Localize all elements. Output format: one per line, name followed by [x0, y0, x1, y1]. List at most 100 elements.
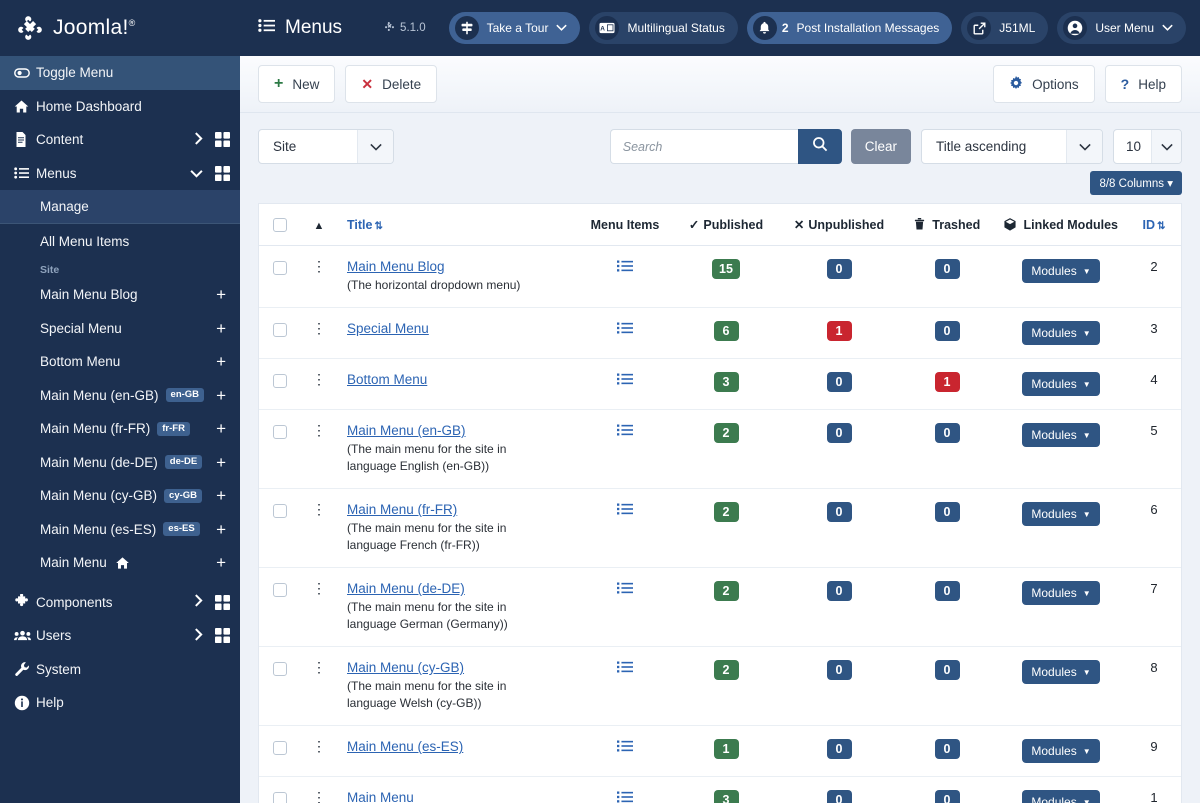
- published-count-badge[interactable]: 2: [713, 581, 739, 602]
- unpublished-count-badge[interactable]: 0: [826, 502, 852, 523]
- menu-title-link[interactable]: Bottom Menu: [347, 372, 573, 387]
- options-button[interactable]: Options: [993, 65, 1095, 103]
- sidebar-item-users[interactable]: Users: [0, 619, 240, 653]
- title-header-label[interactable]: Title: [347, 218, 372, 232]
- menu-title-link[interactable]: Main Menu (fr-FR): [347, 502, 573, 517]
- trashed-count-badge[interactable]: 0: [934, 581, 960, 602]
- sidebar-item-menus[interactable]: Menus: [0, 157, 240, 191]
- drag-handle-icon[interactable]: ⋮: [312, 661, 326, 674]
- sidebar-menu-item[interactable]: Main Menu (de-DE) de-DE +: [0, 446, 240, 480]
- clear-filters-button[interactable]: Clear: [850, 129, 911, 164]
- take-a-tour-button[interactable]: Take a Tour: [448, 12, 581, 44]
- sidebar-menu-item[interactable]: Main Menu (en-GB) en-GB +: [0, 379, 240, 413]
- dashboard-grid-icon[interactable]: [215, 628, 230, 644]
- row-checkbox[interactable]: [273, 582, 287, 597]
- row-checkbox[interactable]: [273, 260, 287, 275]
- published-count-badge[interactable]: 2: [713, 423, 739, 444]
- trashed-count-badge[interactable]: 0: [934, 321, 960, 342]
- trashed-count-badge[interactable]: 0: [934, 423, 960, 444]
- unpublished-count-badge[interactable]: 0: [826, 660, 852, 681]
- row-checkbox[interactable]: [273, 791, 287, 803]
- unpublished-count-badge[interactable]: 0: [826, 581, 852, 602]
- search-button[interactable]: [797, 129, 842, 164]
- add-menu-item-button[interactable]: +: [208, 487, 226, 504]
- sidebar-item-system[interactable]: System: [0, 653, 240, 687]
- linked-modules-button[interactable]: Modules ▼: [1022, 423, 1100, 448]
- drag-handle-icon[interactable]: ⋮: [312, 372, 326, 385]
- published-count-badge[interactable]: 15: [712, 259, 740, 279]
- menu-items-list-icon[interactable]: [617, 423, 633, 437]
- drag-handle-icon[interactable]: ⋮: [312, 321, 326, 334]
- add-menu-item-button[interactable]: +: [208, 353, 226, 370]
- linked-modules-button[interactable]: Modules ▼: [1022, 502, 1100, 527]
- menu-items-list-icon[interactable]: [617, 372, 633, 386]
- menu-title-link[interactable]: Main Menu (de-DE): [347, 581, 573, 596]
- sidebar-menu-item[interactable]: Main Menu Blog +: [0, 278, 240, 312]
- menu-items-list-icon[interactable]: [617, 660, 633, 674]
- linked-modules-button[interactable]: Modules ▼: [1022, 790, 1100, 803]
- trashed-count-badge[interactable]: 0: [934, 739, 960, 760]
- add-menu-item-button[interactable]: +: [208, 387, 226, 404]
- menu-title-link[interactable]: Special Menu: [347, 321, 573, 336]
- sidebar-menu-item[interactable]: Main Menu (cy-GB) cy-GB +: [0, 479, 240, 513]
- add-menu-item-button[interactable]: +: [208, 454, 226, 471]
- id-header-label[interactable]: ID: [1143, 218, 1156, 232]
- add-menu-item-button[interactable]: +: [208, 554, 226, 571]
- trashed-count-badge[interactable]: 0: [934, 790, 960, 803]
- linked-modules-button[interactable]: Modules ▼: [1022, 739, 1100, 764]
- sidebar-item-components[interactable]: Components: [0, 586, 240, 620]
- ordering-header[interactable]: ▲: [301, 204, 337, 246]
- published-count-badge[interactable]: 2: [713, 502, 739, 523]
- chevron-right-icon[interactable]: [194, 628, 203, 644]
- published-count-badge[interactable]: 1: [713, 739, 739, 760]
- sidebar-menu-item[interactable]: Bottom Menu +: [0, 345, 240, 379]
- add-menu-item-button[interactable]: +: [208, 420, 226, 437]
- sidebar-item-home-dashboard[interactable]: Home Dashboard: [0, 90, 240, 124]
- published-count-badge[interactable]: 3: [713, 790, 739, 803]
- menu-items-list-icon[interactable]: [617, 259, 633, 273]
- row-checkbox[interactable]: [273, 740, 287, 755]
- menu-items-list-icon[interactable]: [617, 321, 633, 335]
- site-client-select[interactable]: Site: [258, 129, 394, 164]
- menu-title-link[interactable]: Main Menu (en-GB): [347, 423, 573, 438]
- delete-button[interactable]: ✕ Delete: [345, 65, 438, 103]
- row-checkbox[interactable]: [273, 661, 287, 676]
- trashed-count-badge[interactable]: 1: [934, 372, 960, 393]
- search-input[interactable]: [609, 129, 798, 164]
- row-checkbox[interactable]: [273, 503, 287, 518]
- menu-items-list-icon[interactable]: [617, 790, 633, 803]
- linked-modules-button[interactable]: Modules ▼: [1022, 259, 1100, 283]
- add-menu-item-button[interactable]: +: [208, 286, 226, 303]
- menu-title-link[interactable]: Main Menu Blog: [347, 259, 573, 274]
- sidebar-menu-item[interactable]: Main Menu +: [0, 546, 240, 580]
- unpublished-count-badge[interactable]: 0: [826, 259, 852, 279]
- chevron-right-icon[interactable]: [194, 132, 203, 148]
- sidebar-item-help[interactable]: Help: [0, 686, 240, 720]
- menu-title-link[interactable]: Main Menu: [347, 790, 573, 803]
- published-count-badge[interactable]: 2: [713, 660, 739, 681]
- trashed-count-badge[interactable]: 0: [934, 259, 960, 279]
- list-limit-select[interactable]: 10: [1113, 129, 1182, 164]
- columns-toggle-button[interactable]: 8/8 Columns ▾: [1090, 171, 1182, 195]
- user-menu-button[interactable]: User Menu: [1057, 12, 1186, 44]
- unpublished-count-badge[interactable]: 0: [826, 739, 852, 760]
- menu-items-list-icon[interactable]: [617, 739, 633, 753]
- help-button[interactable]: ? Help: [1104, 65, 1182, 103]
- linked-modules-button[interactable]: Modules ▼: [1022, 372, 1100, 397]
- add-menu-item-button[interactable]: +: [208, 521, 226, 538]
- sidebar-menu-item[interactable]: Main Menu (es-ES) es-ES +: [0, 513, 240, 547]
- site-preview-button[interactable]: J51ML: [961, 12, 1049, 44]
- dashboard-grid-icon[interactable]: [215, 594, 230, 610]
- linked-modules-button[interactable]: Modules ▼: [1022, 660, 1100, 685]
- chevron-right-icon[interactable]: [194, 594, 203, 610]
- unpublished-count-badge[interactable]: 1: [826, 321, 852, 342]
- brand-logo-area[interactable]: Joomla!®: [0, 0, 240, 56]
- linked-modules-button[interactable]: Modules ▼: [1022, 321, 1100, 346]
- drag-handle-icon[interactable]: ⋮: [312, 791, 326, 803]
- sidebar-menu-item[interactable]: Main Menu (fr-FR) fr-FR +: [0, 412, 240, 446]
- dashboard-grid-icon[interactable]: [215, 132, 230, 148]
- dashboard-grid-icon[interactable]: [215, 165, 230, 181]
- published-count-badge[interactable]: 3: [713, 372, 739, 393]
- sort-order-select[interactable]: Title ascending: [921, 129, 1103, 164]
- chevron-down-icon[interactable]: [190, 166, 203, 181]
